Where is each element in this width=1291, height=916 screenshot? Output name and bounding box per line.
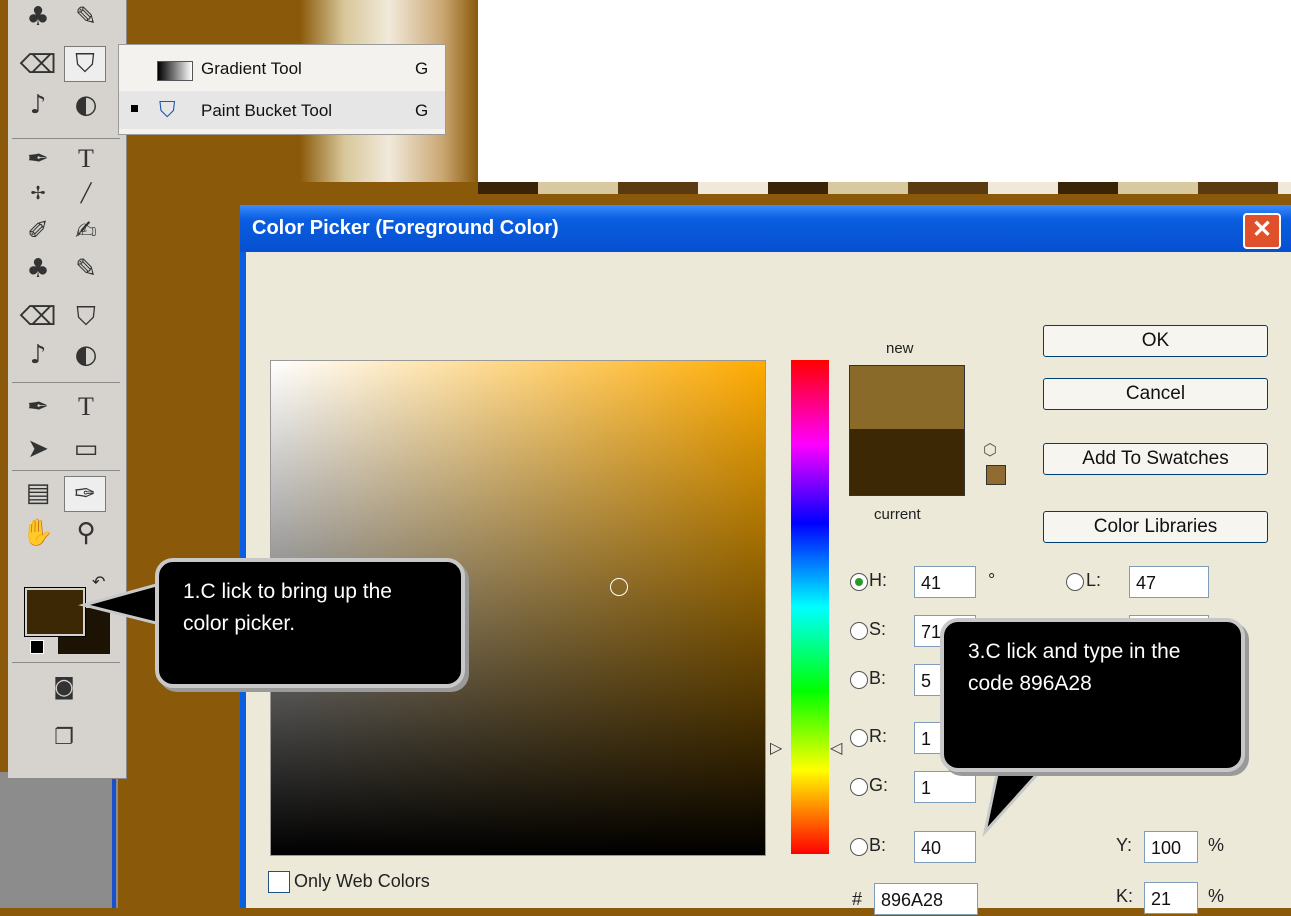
callout-1: 1.C lick to bring up the color picker. (155, 558, 465, 688)
callout-1-pointer (78, 582, 162, 626)
callout-3: 3.C lick and type in the code 896A28 (940, 618, 1245, 772)
